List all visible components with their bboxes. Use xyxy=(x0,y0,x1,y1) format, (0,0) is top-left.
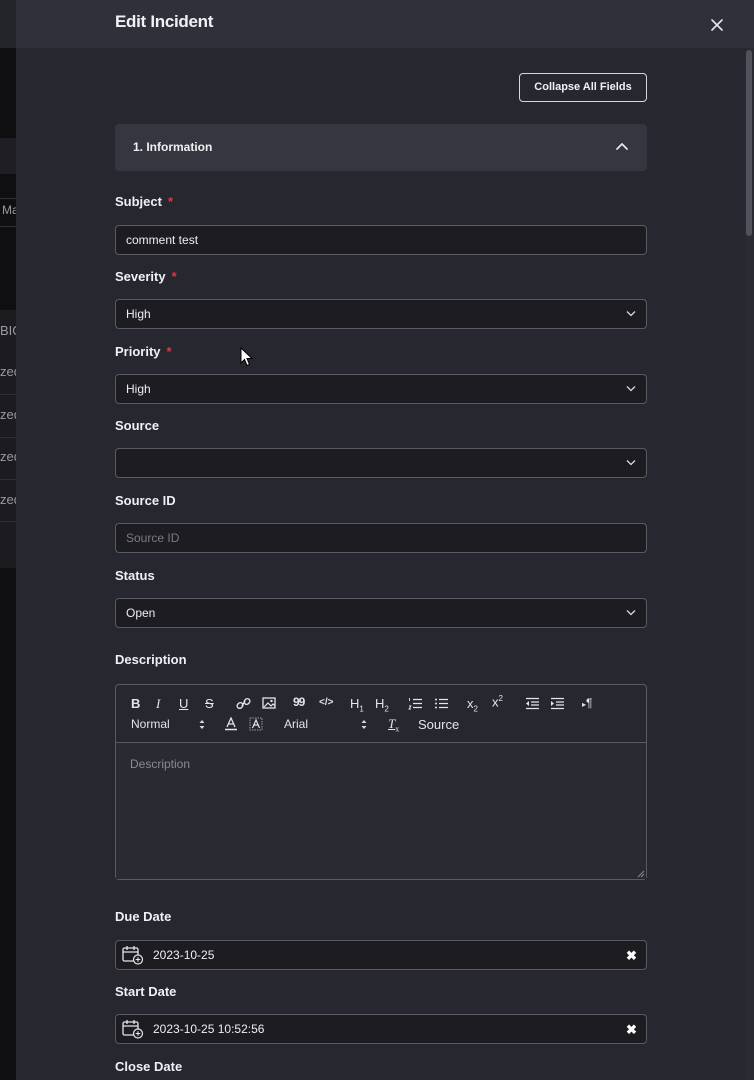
calendar-add-icon[interactable] xyxy=(122,945,144,965)
ordered-list-icon[interactable] xyxy=(408,697,423,710)
heading1-button[interactable]: H1 xyxy=(350,696,364,714)
severity-select[interactable]: High xyxy=(115,299,647,329)
bg-divider xyxy=(0,226,16,227)
bg-text: zed xyxy=(0,449,16,464)
source-label: Source xyxy=(115,418,160,433)
required-marker: * xyxy=(166,344,172,359)
section-title: 1. Information xyxy=(133,140,213,154)
status-value: Open xyxy=(126,606,156,620)
bg-text: zed xyxy=(0,407,16,422)
superscript-button[interactable]: x2 xyxy=(492,694,503,709)
bg-divider xyxy=(0,479,16,480)
clear-start-date-icon[interactable]: ✖ xyxy=(626,1022,637,1038)
heading2-button[interactable]: H2 xyxy=(375,696,389,714)
required-marker: * xyxy=(171,269,177,284)
clear-format-button[interactable]: Tx xyxy=(388,716,399,734)
chevron-up-icon xyxy=(616,143,628,150)
bold-button[interactable]: B xyxy=(131,696,140,711)
text-direction-button[interactable]: ▸¶ xyxy=(582,696,592,710)
select-arrows-icon xyxy=(361,720,367,729)
status-label: Status xyxy=(115,568,155,583)
due-date-value: 2023-10-25 xyxy=(153,948,215,962)
mouse-cursor-icon xyxy=(240,347,253,367)
text-color-icon[interactable] xyxy=(224,717,238,731)
chevron-down-icon xyxy=(626,386,636,392)
scrollbar[interactable] xyxy=(745,48,754,1080)
priority-label: Priority * xyxy=(115,344,172,359)
clear-due-date-icon[interactable]: ✖ xyxy=(626,948,637,964)
link-icon[interactable] xyxy=(236,697,251,710)
subject-input[interactable]: comment test xyxy=(115,225,647,255)
close-date-label: Close Date xyxy=(115,1059,183,1074)
section-information-header[interactable]: 1. Information xyxy=(115,124,647,171)
priority-value: High xyxy=(126,382,151,396)
background-app: Ma BIG zed zed zed zed xyxy=(0,0,16,1080)
close-icon[interactable] xyxy=(710,18,724,32)
source-id-placeholder: Source ID xyxy=(126,531,180,545)
bg-text: Ma xyxy=(2,203,16,217)
severity-value: High xyxy=(126,307,151,321)
description-placeholder: Description xyxy=(130,757,191,771)
blockquote-button[interactable]: 99 xyxy=(293,695,305,709)
priority-select[interactable]: High xyxy=(115,374,647,404)
outdent-icon[interactable] xyxy=(525,697,540,710)
font-select[interactable]: Arial xyxy=(284,717,308,731)
source-id-input[interactable]: Source ID xyxy=(115,523,647,553)
bg-header xyxy=(0,0,16,48)
editor-toolbar: B I U S 99 </> H1 H2 x2 x2 ▸¶ Normal Ari… xyxy=(116,685,646,743)
source-button[interactable]: Source xyxy=(418,717,459,732)
description-editor: B I U S 99 </> H1 H2 x2 x2 ▸¶ Normal Ari… xyxy=(115,684,647,880)
chevron-down-icon xyxy=(626,610,636,616)
bg-divider xyxy=(0,394,16,395)
start-date-label: Start Date xyxy=(115,984,177,999)
drawer-title: Edit Incident xyxy=(115,12,214,31)
bg-divider xyxy=(0,437,16,438)
collapse-all-fields-button[interactable]: Collapse All Fields xyxy=(519,73,647,102)
required-marker: * xyxy=(167,194,174,209)
start-date-value: 2023-10-25 10:52:56 xyxy=(153,1022,265,1036)
italic-button[interactable]: I xyxy=(156,696,160,712)
description-label: Description xyxy=(115,652,187,667)
edit-incident-drawer: Edit Incident Collapse All Fields 1. Inf… xyxy=(16,0,754,1080)
description-textarea[interactable]: Description xyxy=(116,743,646,879)
source-id-label: Source ID xyxy=(115,493,176,508)
due-date-input[interactable]: 2023-10-25 ✖ xyxy=(115,940,647,970)
calendar-add-icon[interactable] xyxy=(122,1019,144,1039)
bg-text: zed xyxy=(0,364,16,379)
resize-grip-icon[interactable] xyxy=(637,870,645,878)
chevron-down-icon xyxy=(626,460,636,466)
chevron-down-icon xyxy=(626,311,636,317)
bg-text: zed xyxy=(0,492,16,507)
subject-value: comment test xyxy=(126,233,199,247)
start-date-input[interactable]: 2023-10-25 10:52:56 ✖ xyxy=(115,1014,647,1044)
due-date-label: Due Date xyxy=(115,909,172,924)
drawer-header: Edit Incident xyxy=(16,0,754,48)
format-select[interactable]: Normal xyxy=(131,717,170,731)
background-color-icon[interactable] xyxy=(249,717,263,731)
subject-label: Subject * xyxy=(115,194,174,209)
code-button[interactable]: </> xyxy=(319,697,333,708)
bg-text: BIG xyxy=(0,323,16,338)
image-icon[interactable] xyxy=(262,697,276,709)
scrollbar-thumb[interactable] xyxy=(746,50,752,236)
severity-label: Severity * xyxy=(115,269,177,284)
select-arrows-icon xyxy=(199,720,205,729)
indent-icon[interactable] xyxy=(550,697,565,710)
bg-bar xyxy=(0,138,16,174)
subscript-button[interactable]: x2 xyxy=(467,696,478,714)
bullet-list-icon[interactable] xyxy=(434,697,449,710)
status-select[interactable]: Open xyxy=(115,598,647,628)
bg-divider xyxy=(0,521,16,522)
underline-button[interactable]: U xyxy=(179,696,188,711)
bg-table xyxy=(0,310,16,568)
bg-divider xyxy=(0,198,16,199)
source-select[interactable] xyxy=(115,448,647,478)
strikethrough-button[interactable]: S xyxy=(205,696,214,711)
